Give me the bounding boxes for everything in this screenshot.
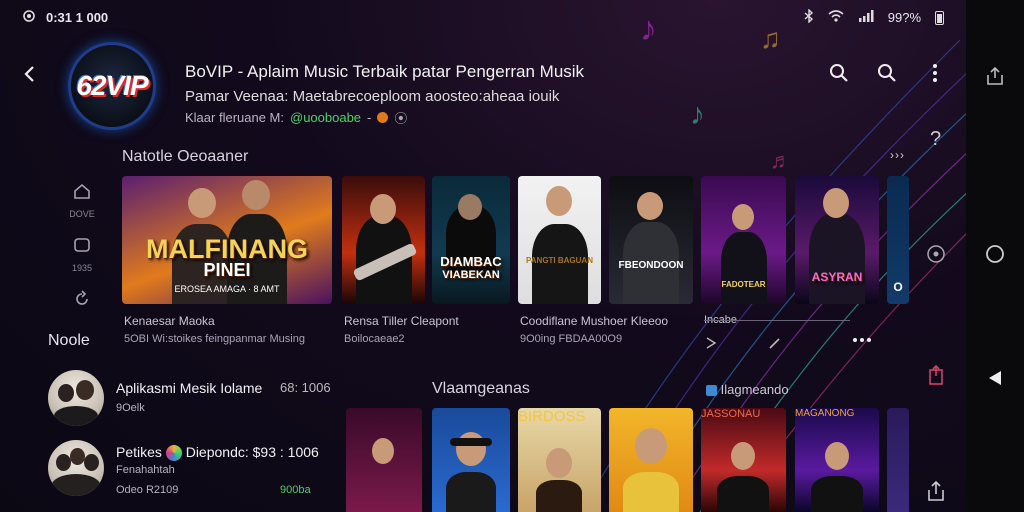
featured-card[interactable]: ASYRAN (795, 176, 879, 304)
second-card[interactable]: MAGANONG (795, 408, 879, 512)
second-card[interactable] (609, 408, 693, 512)
more-options-button[interactable] (924, 62, 946, 84)
section-title-list: Noole (48, 332, 90, 349)
page-subtitle: Pamar Veenaa: Maetabrecoeploom aoosteo:a… (185, 88, 560, 105)
search-icon (830, 64, 848, 82)
search-icon (878, 64, 896, 82)
settings-icon[interactable] (926, 244, 946, 269)
triangle-back-icon (989, 371, 1001, 385)
library-icon (74, 238, 90, 252)
featured-card-title: Coodiflane Mushoer Kleeoo (520, 314, 669, 328)
app-logo: 62VIP (68, 42, 156, 130)
second-card[interactable]: JASSONAU (701, 408, 786, 512)
more-link[interactable]: ››› (890, 148, 905, 162)
second-card[interactable] (887, 408, 909, 512)
second-card[interactable] (346, 408, 422, 512)
more-horizontal-icon[interactable] (852, 332, 872, 350)
home-icon (74, 183, 90, 199)
svg-text:?: ? (930, 128, 941, 150)
signal-icon (858, 10, 874, 25)
second-card[interactable]: BIRDOSS (518, 408, 601, 512)
home-circle-icon (986, 245, 1004, 263)
edit-icon[interactable] (768, 336, 782, 355)
badge-icon (165, 445, 182, 462)
featured-card-meta: 5OBI Wi:stoikes feingpanmar Musing (124, 333, 305, 345)
page-title: BoVIP - Aplaim Music Terbaik patar Penge… (185, 62, 585, 81)
app-window: ♪ ♫ ♪ ♬ 0:31 1 000 99?% 62VIP BoVIP - Ap… (0, 0, 966, 512)
featured-card[interactable]: FADOTEAR (701, 176, 786, 304)
share-icon (987, 66, 1003, 85)
featured-card-meta: Boilocaeae2 (344, 333, 405, 345)
featured-card-title: Rensa Tiller Cleapont (344, 314, 459, 328)
search-button[interactable] (828, 62, 850, 84)
top-actions (828, 62, 946, 84)
chevron-left-icon (24, 66, 34, 82)
second-card[interactable] (432, 408, 510, 512)
play-icon[interactable] (704, 336, 718, 355)
battery-icon (935, 10, 944, 25)
screenshot-share-button[interactable] (985, 66, 1005, 86)
refresh-icon (76, 290, 88, 305)
divider (704, 320, 850, 321)
featured-card-title: Kenaesar Maoka (124, 314, 215, 328)
home-button[interactable] (985, 244, 1005, 264)
section-title-featured: Natotle Oeoaaner (122, 148, 249, 165)
featured-card[interactable]: DIAMBAC VIABEKAN (432, 176, 510, 304)
tag-icon: ⦿ (394, 111, 408, 126)
rail-item-library[interactable]: 1935 (58, 236, 106, 290)
featured-card[interactable]: FBEONDOON (609, 176, 693, 304)
header-meta: Klaar fleruane M: @uooboabe - ⦿ (185, 110, 408, 126)
more-vertical-icon (933, 64, 937, 82)
search-button-alt[interactable] (876, 62, 898, 84)
back-button[interactable] (20, 64, 44, 88)
list-item[interactable]: Aplikasmi Mesik Iolame 68: 1006 9Oelk (48, 370, 348, 430)
avatar (48, 370, 104, 426)
battery-percent: 99?% (887, 10, 921, 25)
section-title-second: Vlaamgeanas (432, 380, 530, 397)
section-title-third: Ilagmeando (706, 382, 789, 397)
help-icon[interactable]: ? (926, 126, 946, 155)
left-rail: DOVE 1935 (58, 182, 106, 344)
featured-card[interactable] (342, 176, 425, 304)
status-bar: 0:31 1 000 99?% (0, 0, 966, 34)
featured-card[interactable]: PANGTI BAGUAN (518, 176, 601, 304)
featured-card[interactable]: O (887, 176, 909, 304)
system-nav-bar (966, 0, 1024, 512)
back-nav-button[interactable] (985, 368, 1005, 388)
badge-icon (377, 112, 389, 123)
bluetooth-icon (804, 8, 814, 26)
featured-card-meta: 9O0ing FBDAA00O9 (520, 333, 623, 345)
wifi-icon (828, 10, 844, 25)
share-icon[interactable] (926, 364, 946, 391)
avatar (48, 440, 104, 496)
featured-card[interactable]: MALFINANG PINEI EROSEA AMAGA · 8 AMT (122, 176, 332, 304)
rail-item-home[interactable]: DOVE (58, 182, 106, 236)
list-item[interactable]: Petikes Diepondc: $93 : 1006 Fenahahtah … (48, 440, 348, 504)
status-time: 0:31 1 000 (46, 10, 109, 25)
tag-icon (706, 385, 717, 397)
upload-icon[interactable] (926, 480, 946, 507)
music-note-icon: ♬ (770, 148, 792, 173)
notification-icon (22, 9, 36, 26)
music-note-icon: ♪ (690, 98, 705, 131)
